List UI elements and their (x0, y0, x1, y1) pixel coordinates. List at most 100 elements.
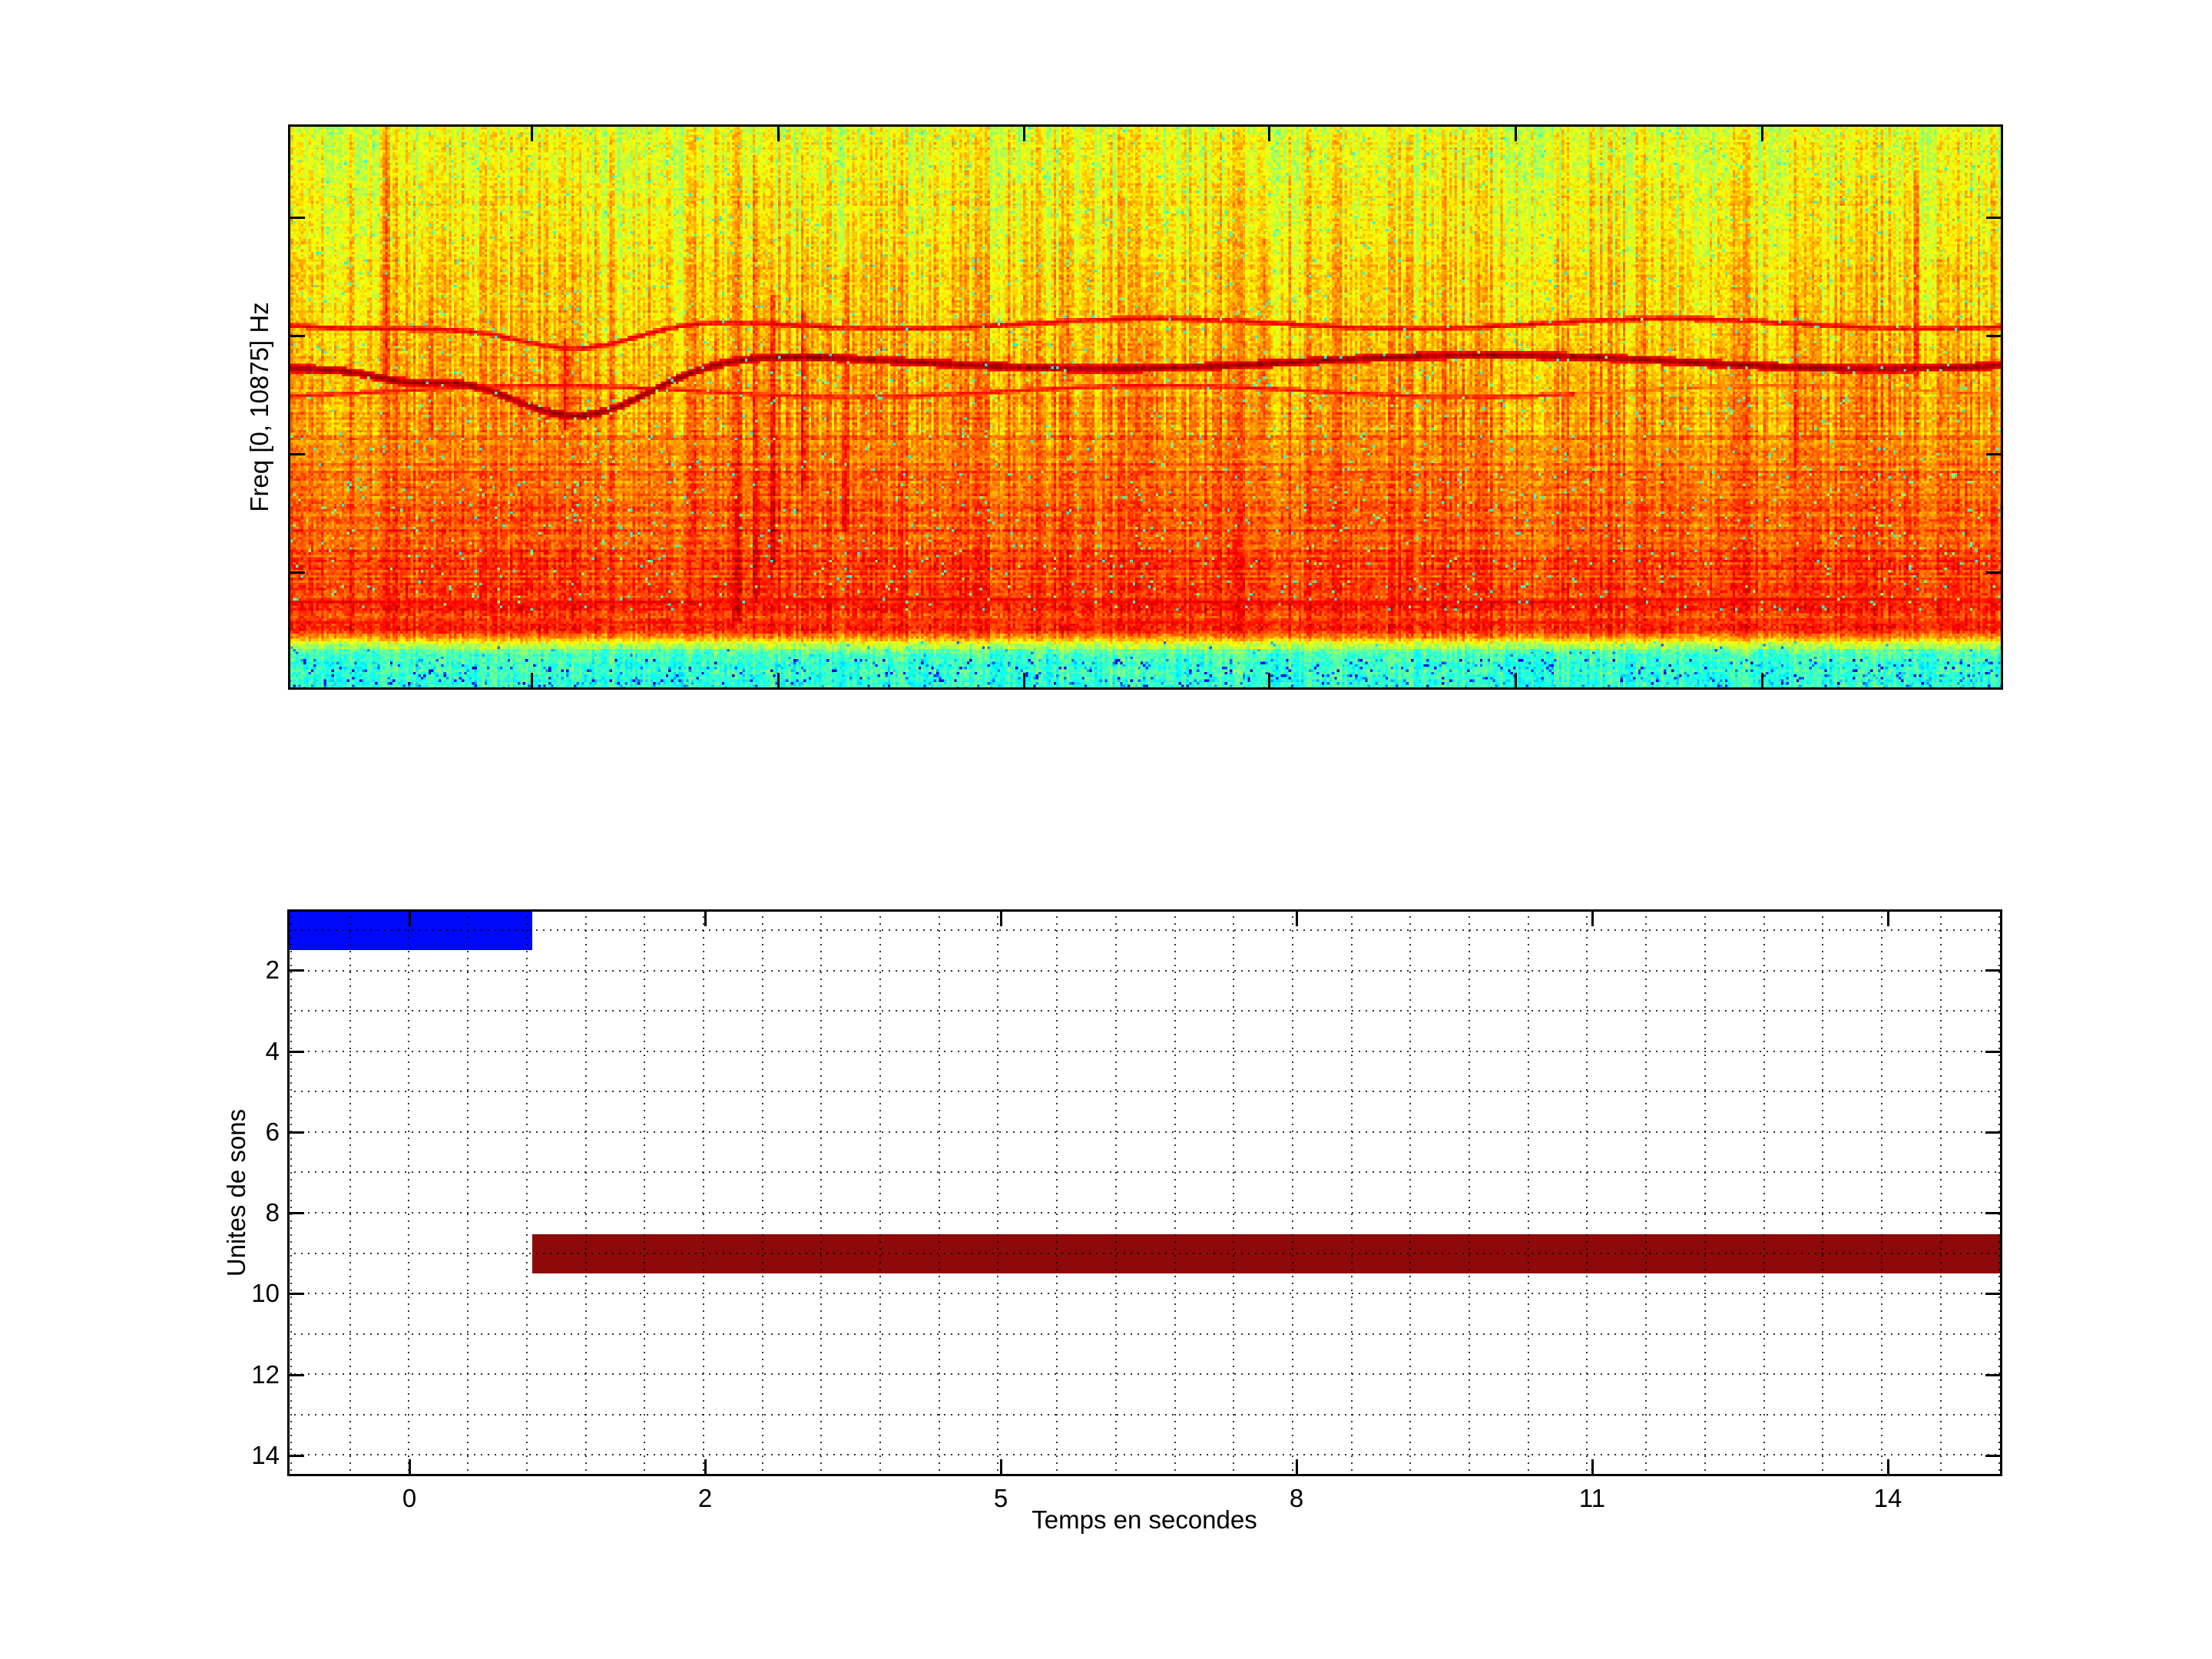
spectrogram-plot (288, 124, 2003, 690)
y-tick-left (287, 1211, 304, 1214)
y-tick-right (1986, 216, 2003, 219)
x-tick-top (530, 124, 533, 141)
y-tick-right (1985, 1131, 2002, 1134)
y-tick-label: 12 (251, 1360, 280, 1389)
y-tick-left (287, 1050, 304, 1053)
x-tick-label: 5 (993, 1484, 1008, 1512)
spectrogram-canvas (288, 124, 2003, 690)
y-tick-right (1986, 571, 2003, 574)
x-gridline (1998, 909, 2001, 1476)
x-tick-bottom (704, 1459, 707, 1476)
x-gridline (290, 909, 292, 1476)
x-gridline (584, 909, 587, 1476)
units-xlabel: Temps en secondes (1031, 1505, 1257, 1534)
y-tick-left (288, 216, 305, 219)
x-tick-bottom (1267, 673, 1270, 690)
x-gridline (1350, 909, 1353, 1476)
x-gridline (879, 909, 881, 1476)
y-tick-label: 14 (251, 1441, 280, 1469)
x-tick-bottom (1295, 1459, 1298, 1476)
x-gridline (1114, 909, 1117, 1476)
units-plot (287, 909, 2002, 1476)
y-gridline (287, 1091, 2002, 1093)
y-gridline (287, 1413, 2002, 1416)
matlab-figure: Freq [0, 10875] Hz Unites de sons Temps … (0, 0, 2212, 1659)
y-tick-label: 4 (265, 1037, 280, 1065)
x-gridline (1880, 909, 1883, 1476)
x-gridline (820, 909, 823, 1476)
x-gridline (1939, 909, 1942, 1476)
x-tick-top (1022, 124, 1025, 141)
y-tick-right (1985, 1292, 2002, 1295)
y-tick-left (287, 1373, 304, 1376)
x-gridline (1469, 909, 1470, 1476)
x-gridline (1586, 909, 1588, 1476)
x-gridline (1763, 909, 1765, 1476)
y-tick-left (288, 452, 305, 455)
y-gridline (287, 1252, 2002, 1254)
x-tick-bottom (1591, 1459, 1594, 1476)
x-tick-bottom (1514, 673, 1517, 690)
y-tick-right (1985, 1211, 2002, 1214)
x-gridline (1822, 909, 1824, 1476)
x-tick-bottom (1886, 1459, 1889, 1476)
x-gridline (938, 909, 940, 1476)
y-tick-right (1985, 1373, 2002, 1376)
x-gridline (761, 909, 763, 1476)
y-tick-label: 2 (265, 955, 280, 984)
y-gridline (287, 1454, 2002, 1456)
x-gridline (1409, 909, 1412, 1476)
x-gridline (1704, 909, 1706, 1476)
x-gridline (1174, 909, 1176, 1476)
x-tick-top (1886, 909, 1889, 926)
x-gridline (1527, 909, 1529, 1476)
y-gridline (287, 929, 2002, 931)
y-tick-label: 6 (265, 1118, 280, 1146)
x-tick-label: 11 (1578, 1484, 1606, 1512)
x-tick-label: 14 (1873, 1484, 1902, 1512)
y-tick-right (1985, 1050, 2002, 1053)
x-tick-bottom (1760, 673, 1763, 690)
x-gridline (702, 909, 704, 1476)
x-gridline (1233, 909, 1235, 1476)
y-gridline (287, 1373, 2002, 1376)
y-gridline (287, 1050, 2002, 1052)
y-tick-right (1986, 452, 2003, 455)
x-tick-top (1514, 124, 1517, 141)
x-tick-top (1295, 909, 1298, 926)
y-tick-left (287, 969, 304, 972)
x-tick-top (408, 909, 411, 926)
x-tick-label: 8 (1289, 1484, 1304, 1512)
x-gridline (1291, 909, 1293, 1476)
y-gridline (287, 1131, 2002, 1133)
y-gridline (287, 1171, 2002, 1174)
y-tick-left (287, 1292, 304, 1295)
y-tick-left (287, 1454, 304, 1457)
x-tick-label: 2 (697, 1484, 713, 1512)
x-gridline (408, 909, 410, 1476)
y-gridline (287, 1010, 2002, 1012)
x-tick-label: 0 (402, 1484, 417, 1512)
spectrogram-ylabel: Freq [0, 10875] Hz (245, 302, 273, 512)
x-tick-top (999, 909, 1002, 926)
x-tick-bottom (408, 1459, 411, 1476)
y-gridline (287, 1293, 2002, 1295)
x-tick-top (1591, 909, 1594, 926)
y-tick-label: 8 (265, 1198, 280, 1227)
x-tick-top (1267, 124, 1270, 141)
units-axes-border (287, 909, 2002, 1476)
x-tick-bottom (530, 673, 533, 690)
x-tick-bottom (999, 1459, 1002, 1476)
x-gridline (525, 909, 528, 1476)
x-gridline (997, 909, 999, 1476)
y-tick-left (288, 334, 305, 337)
x-tick-bottom (1022, 673, 1025, 690)
x-tick-bottom (777, 673, 780, 690)
y-gridline (287, 1211, 2002, 1214)
y-tick-left (288, 571, 305, 574)
x-gridline (644, 909, 646, 1476)
y-tick-left (287, 1131, 304, 1134)
x-gridline (1645, 909, 1647, 1476)
x-tick-top (1760, 124, 1763, 141)
x-gridline (467, 909, 469, 1476)
